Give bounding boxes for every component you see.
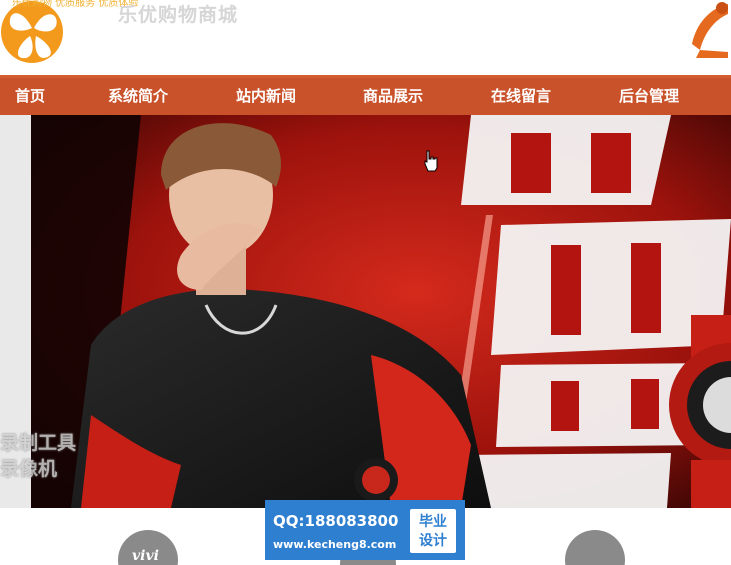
nav-item-admin[interactable]: 后台管理 — [619, 78, 679, 115]
vivi-icon-label: vivi — [132, 548, 159, 564]
nav-item-message[interactable]: 在线留言 — [491, 78, 551, 115]
banner-art — [31, 115, 731, 508]
qq-number: QQ:188083800 — [273, 512, 399, 530]
nav-item-home[interactable]: 首页 — [15, 78, 45, 115]
watermark-line: 录像机 — [0, 458, 58, 480]
badge-line-2: 设计 — [419, 533, 447, 549]
watermark-line: 录制工具 — [0, 432, 77, 454]
nav-item-system-intro[interactable]: 系统简介 — [108, 78, 168, 115]
nav-item-products[interactable]: 商品展示 — [363, 78, 423, 115]
badge-line-1: 毕业 — [419, 514, 447, 530]
main-nav: 首页 系统简介 站内新闻 商品展示 在线留言 后台管理 — [0, 75, 731, 115]
recorder-watermark: 录制工具 录像机 — [0, 430, 90, 482]
site-header: 乐优购物 优质服务 优质体验 乐优购物商城 — [0, 0, 731, 75]
contact-overlay[interactable]: QQ:188083800 www.kecheng8.com 毕业 设计 — [265, 500, 465, 560]
graduation-design-badge: 毕业 设计 — [410, 509, 456, 553]
site-title[interactable]: 乐优购物商城 — [118, 0, 238, 27]
contact-url[interactable]: www.kecheng8.com — [273, 538, 396, 551]
users-icon[interactable] — [565, 530, 625, 565]
hand-cursor-icon — [424, 150, 438, 172]
nav-item-news[interactable]: 站内新闻 — [236, 78, 296, 115]
phone-icon — [692, 2, 728, 58]
hero-banner[interactable] — [31, 115, 731, 508]
site-logo[interactable] — [0, 0, 64, 64]
